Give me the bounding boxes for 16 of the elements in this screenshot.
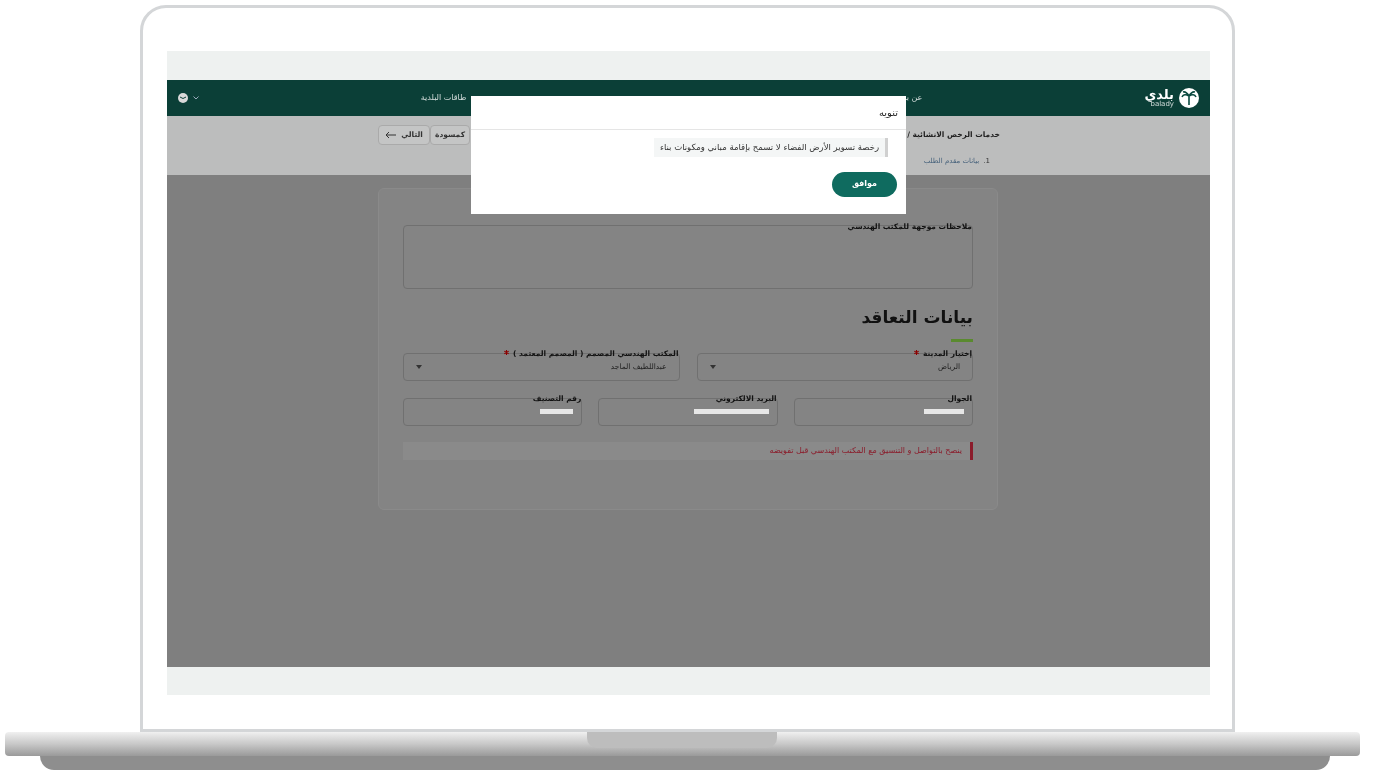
redacted-bar — [540, 409, 574, 414]
caret-icon — [193, 96, 199, 100]
title-underline — [951, 338, 973, 342]
dropdown-caret-icon — [709, 364, 716, 369]
nav-link[interactable]: طاقات البلدية — [420, 92, 467, 104]
dropdown-caret-icon — [416, 364, 422, 369]
logo-text: بلدي — [1144, 88, 1174, 101]
arrow-left-icon — [385, 131, 398, 139]
alert-text: ينصح بالتواصل و التنسيق مع المكتب الهندسي قبل تفويضه — [769, 444, 962, 457]
palm-logo-icon — [1178, 87, 1200, 109]
dialog-title: تنويه — [878, 106, 898, 120]
globe-icon[interactable] — [177, 92, 189, 104]
section-title: بيانات التعاقد — [860, 306, 973, 329]
ok-button[interactable]: موافق — [832, 171, 897, 197]
dialog-message: رخصة تسوير الأرض الفضاء لا تسمح بإقامة مباني ومكونات بناء — [653, 138, 888, 157]
redacted-bar — [924, 409, 964, 414]
